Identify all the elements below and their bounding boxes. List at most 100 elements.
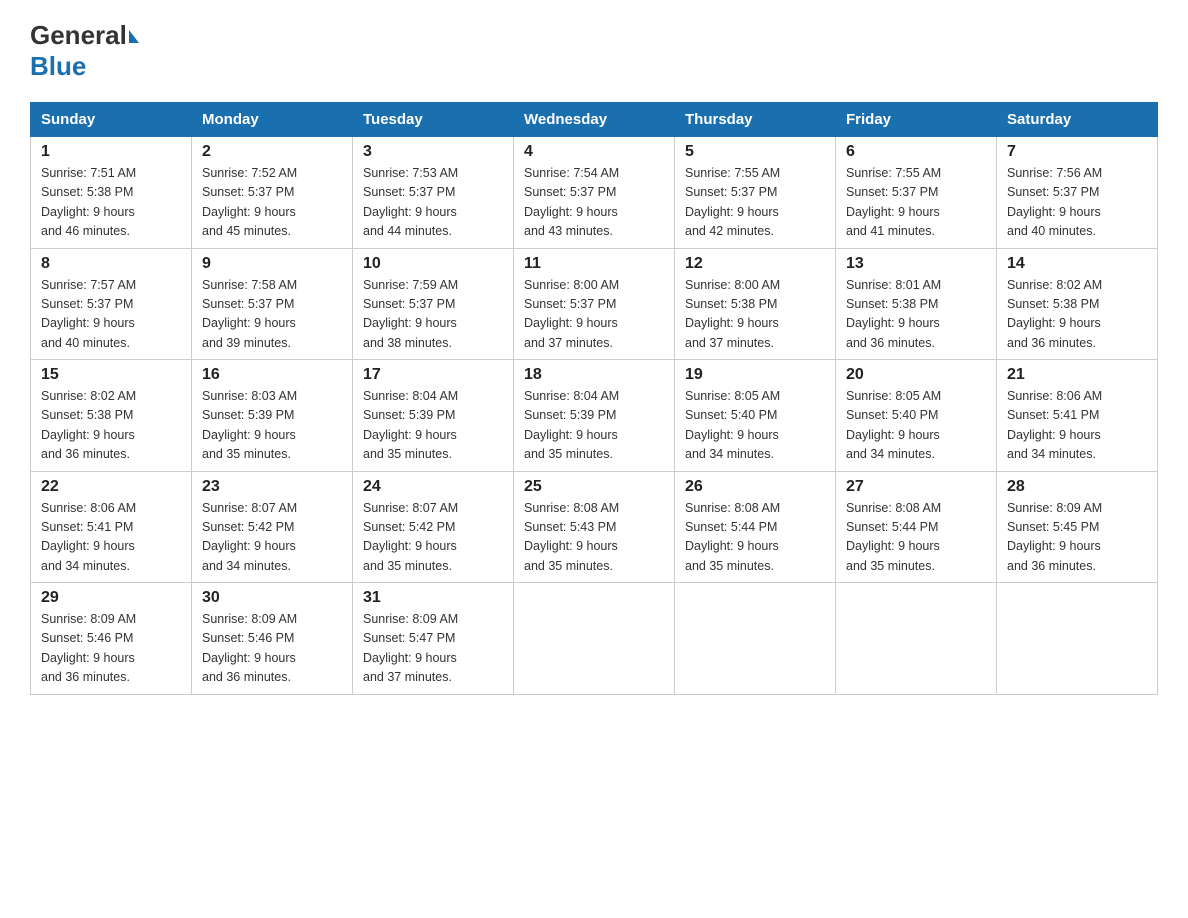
day-info: Sunrise: 8:05 AMSunset: 5:40 PMDaylight:… [685,389,780,461]
calendar-cell: 8 Sunrise: 7:57 AMSunset: 5:37 PMDayligh… [31,248,192,360]
day-number: 25 [524,478,664,496]
day-number: 18 [524,366,664,384]
day-number: 11 [524,255,664,273]
day-info: Sunrise: 7:51 AMSunset: 5:38 PMDaylight:… [41,166,136,238]
weekday-header-tuesday: Tuesday [353,103,514,137]
calendar-week-1: 1 Sunrise: 7:51 AMSunset: 5:38 PMDayligh… [31,137,1158,249]
day-number: 9 [202,255,342,273]
day-info: Sunrise: 7:54 AMSunset: 5:37 PMDaylight:… [524,166,619,238]
calendar-week-3: 15 Sunrise: 8:02 AMSunset: 5:38 PMDaylig… [31,360,1158,472]
day-info: Sunrise: 8:04 AMSunset: 5:39 PMDaylight:… [524,389,619,461]
day-info: Sunrise: 8:01 AMSunset: 5:38 PMDaylight:… [846,278,941,350]
calendar-cell: 15 Sunrise: 8:02 AMSunset: 5:38 PMDaylig… [31,360,192,472]
calendar-cell: 26 Sunrise: 8:08 AMSunset: 5:44 PMDaylig… [675,471,836,583]
day-number: 27 [846,478,986,496]
calendar-cell: 22 Sunrise: 8:06 AMSunset: 5:41 PMDaylig… [31,471,192,583]
weekday-header-thursday: Thursday [675,103,836,137]
day-info: Sunrise: 7:57 AMSunset: 5:37 PMDaylight:… [41,278,136,350]
calendar-cell: 11 Sunrise: 8:00 AMSunset: 5:37 PMDaylig… [514,248,675,360]
day-number: 16 [202,366,342,384]
calendar-cell: 12 Sunrise: 8:00 AMSunset: 5:38 PMDaylig… [675,248,836,360]
day-info: Sunrise: 8:02 AMSunset: 5:38 PMDaylight:… [1007,278,1102,350]
day-info: Sunrise: 8:07 AMSunset: 5:42 PMDaylight:… [363,501,458,573]
day-number: 23 [202,478,342,496]
calendar-cell: 20 Sunrise: 8:05 AMSunset: 5:40 PMDaylig… [836,360,997,472]
day-number: 20 [846,366,986,384]
calendar-week-5: 29 Sunrise: 8:09 AMSunset: 5:46 PMDaylig… [31,583,1158,695]
calendar-cell: 19 Sunrise: 8:05 AMSunset: 5:40 PMDaylig… [675,360,836,472]
day-info: Sunrise: 7:56 AMSunset: 5:37 PMDaylight:… [1007,166,1102,238]
day-info: Sunrise: 7:53 AMSunset: 5:37 PMDaylight:… [363,166,458,238]
day-number: 1 [41,143,181,161]
calendar-cell: 29 Sunrise: 8:09 AMSunset: 5:46 PMDaylig… [31,583,192,695]
page-header: General Blue [30,20,1158,82]
day-number: 4 [524,143,664,161]
day-info: Sunrise: 8:04 AMSunset: 5:39 PMDaylight:… [363,389,458,461]
calendar-cell [836,583,997,695]
calendar-cell: 7 Sunrise: 7:56 AMSunset: 5:37 PMDayligh… [997,137,1158,249]
day-number: 2 [202,143,342,161]
calendar-cell: 31 Sunrise: 8:09 AMSunset: 5:47 PMDaylig… [353,583,514,695]
calendar-cell: 24 Sunrise: 8:07 AMSunset: 5:42 PMDaylig… [353,471,514,583]
logo-arrow-icon [129,30,139,43]
day-info: Sunrise: 8:07 AMSunset: 5:42 PMDaylight:… [202,501,297,573]
day-number: 22 [41,478,181,496]
weekday-header-wednesday: Wednesday [514,103,675,137]
day-info: Sunrise: 8:09 AMSunset: 5:47 PMDaylight:… [363,612,458,684]
calendar-cell: 2 Sunrise: 7:52 AMSunset: 5:37 PMDayligh… [192,137,353,249]
calendar-cell: 28 Sunrise: 8:09 AMSunset: 5:45 PMDaylig… [997,471,1158,583]
day-number: 10 [363,255,503,273]
day-info: Sunrise: 7:52 AMSunset: 5:37 PMDaylight:… [202,166,297,238]
day-info: Sunrise: 7:58 AMSunset: 5:37 PMDaylight:… [202,278,297,350]
day-info: Sunrise: 8:09 AMSunset: 5:45 PMDaylight:… [1007,501,1102,573]
day-number: 12 [685,255,825,273]
calendar-cell: 6 Sunrise: 7:55 AMSunset: 5:37 PMDayligh… [836,137,997,249]
calendar-cell: 4 Sunrise: 7:54 AMSunset: 5:37 PMDayligh… [514,137,675,249]
day-number: 26 [685,478,825,496]
calendar-week-2: 8 Sunrise: 7:57 AMSunset: 5:37 PMDayligh… [31,248,1158,360]
logo-general: General [30,20,127,51]
day-info: Sunrise: 8:08 AMSunset: 5:43 PMDaylight:… [524,501,619,573]
day-info: Sunrise: 7:59 AMSunset: 5:37 PMDaylight:… [363,278,458,350]
logo-blue: Blue [30,51,86,82]
day-number: 3 [363,143,503,161]
calendar-cell: 16 Sunrise: 8:03 AMSunset: 5:39 PMDaylig… [192,360,353,472]
day-info: Sunrise: 8:03 AMSunset: 5:39 PMDaylight:… [202,389,297,461]
calendar-table: SundayMondayTuesdayWednesdayThursdayFrid… [30,102,1158,695]
day-info: Sunrise: 8:06 AMSunset: 5:41 PMDaylight:… [1007,389,1102,461]
calendar-cell: 21 Sunrise: 8:06 AMSunset: 5:41 PMDaylig… [997,360,1158,472]
day-info: Sunrise: 8:08 AMSunset: 5:44 PMDaylight:… [846,501,941,573]
calendar-cell: 30 Sunrise: 8:09 AMSunset: 5:46 PMDaylig… [192,583,353,695]
calendar-cell [514,583,675,695]
day-info: Sunrise: 8:02 AMSunset: 5:38 PMDaylight:… [41,389,136,461]
calendar-cell: 9 Sunrise: 7:58 AMSunset: 5:37 PMDayligh… [192,248,353,360]
calendar-cell: 25 Sunrise: 8:08 AMSunset: 5:43 PMDaylig… [514,471,675,583]
day-number: 29 [41,589,181,607]
day-info: Sunrise: 8:08 AMSunset: 5:44 PMDaylight:… [685,501,780,573]
day-number: 30 [202,589,342,607]
calendar-cell: 10 Sunrise: 7:59 AMSunset: 5:37 PMDaylig… [353,248,514,360]
day-info: Sunrise: 8:09 AMSunset: 5:46 PMDaylight:… [41,612,136,684]
calendar-cell: 3 Sunrise: 7:53 AMSunset: 5:37 PMDayligh… [353,137,514,249]
day-number: 31 [363,589,503,607]
calendar-cell: 5 Sunrise: 7:55 AMSunset: 5:37 PMDayligh… [675,137,836,249]
day-number: 5 [685,143,825,161]
calendar-cell: 1 Sunrise: 7:51 AMSunset: 5:38 PMDayligh… [31,137,192,249]
day-number: 19 [685,366,825,384]
day-number: 15 [41,366,181,384]
calendar-week-4: 22 Sunrise: 8:06 AMSunset: 5:41 PMDaylig… [31,471,1158,583]
weekday-header-sunday: Sunday [31,103,192,137]
weekday-header-saturday: Saturday [997,103,1158,137]
day-number: 21 [1007,366,1147,384]
day-number: 6 [846,143,986,161]
day-info: Sunrise: 8:09 AMSunset: 5:46 PMDaylight:… [202,612,297,684]
day-number: 7 [1007,143,1147,161]
calendar-cell: 13 Sunrise: 8:01 AMSunset: 5:38 PMDaylig… [836,248,997,360]
calendar-cell [675,583,836,695]
day-number: 17 [363,366,503,384]
weekday-header-monday: Monday [192,103,353,137]
calendar-cell [997,583,1158,695]
day-info: Sunrise: 8:06 AMSunset: 5:41 PMDaylight:… [41,501,136,573]
day-info: Sunrise: 8:05 AMSunset: 5:40 PMDaylight:… [846,389,941,461]
day-info: Sunrise: 7:55 AMSunset: 5:37 PMDaylight:… [685,166,780,238]
